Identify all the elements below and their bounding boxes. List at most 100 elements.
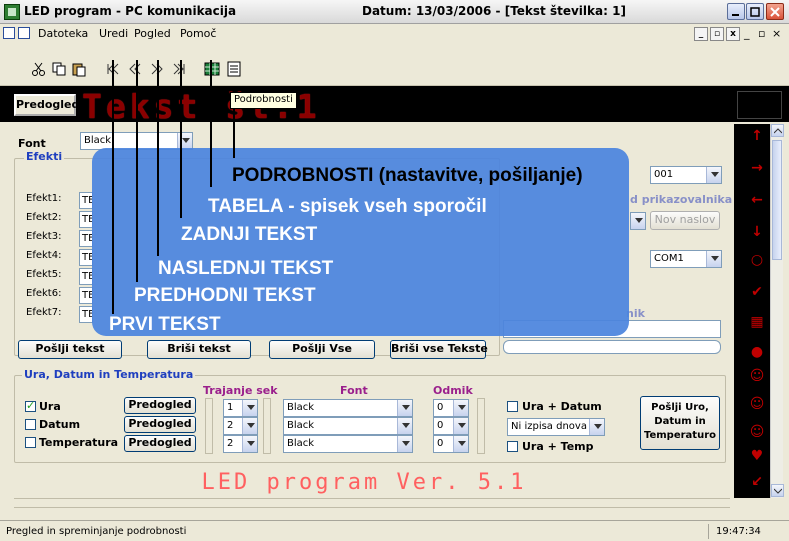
display-label: d prikazovalnika <box>630 193 733 206</box>
datum-preview-button[interactable]: Predogled <box>124 416 196 433</box>
scroll-down-button[interactable] <box>771 484 784 497</box>
paste-icon[interactable] <box>70 60 88 78</box>
mdi-window-icon-2 <box>18 27 30 39</box>
preview-button[interactable]: Predogled <box>14 94 79 116</box>
chevron-down-icon[interactable] <box>453 418 468 434</box>
efekt-field-4[interactable]: TE <box>79 249 93 266</box>
temperatura-font-select[interactable]: Black <box>283 435 413 453</box>
efekt-field-3[interactable]: TE <box>79 230 93 247</box>
chevron-down-icon[interactable] <box>706 251 721 267</box>
chevron-down-icon[interactable] <box>397 436 412 452</box>
delete-text-button[interactable]: Briši tekst <box>147 340 251 359</box>
ura-label: Ura <box>39 400 61 413</box>
efekt-field-1[interactable]: TE <box>79 192 93 209</box>
menu-pomoc[interactable]: Pomoč <box>180 27 216 40</box>
mdi-restore-2-icon[interactable]: ▫ <box>758 27 765 40</box>
menu-bar: Datoteka Uredi Pogled Pomoč _ ▫ x _ ▫ × <box>0 24 789 44</box>
delete-all-button[interactable]: Briši vse Tekste <box>390 340 488 359</box>
chevron-down-icon[interactable] <box>453 400 468 416</box>
date-format-value: Ni izpisa dnova <box>511 421 587 432</box>
maximize-button[interactable] <box>746 3 764 20</box>
mdi-restore-button[interactable]: ▫ <box>710 27 724 41</box>
chevron-down-icon[interactable] <box>242 436 257 452</box>
number-select-value: 001 <box>654 169 674 180</box>
datum-seconds-select[interactable]: 2 <box>223 417 258 435</box>
pointer-line-prev <box>136 60 138 282</box>
temperatura-offset-value: 0 <box>437 438 444 449</box>
temperatura-seconds-select[interactable]: 2 <box>223 435 258 453</box>
table-icon[interactable] <box>203 60 221 78</box>
close-button[interactable] <box>766 3 784 20</box>
divider <box>477 398 485 454</box>
last-text-button[interactable] <box>170 60 188 78</box>
ura-seconds-value: 1 <box>227 402 234 413</box>
details-icon[interactable] <box>225 60 243 78</box>
new-title-button[interactable]: Nov naslov <box>650 211 720 230</box>
window-title: LED program - PC komunikacija <box>24 4 237 18</box>
temperatura-preview-button[interactable]: Predogled <box>124 435 196 452</box>
datum-font-select[interactable]: Black <box>283 417 413 435</box>
ura-datum-checkbox[interactable] <box>507 401 518 412</box>
toolbar-tooltip: Podrobnosti <box>230 92 297 109</box>
send-clock-line2: Datum in <box>654 416 706 427</box>
chevron-down-icon[interactable] <box>242 418 257 434</box>
menu-datoteka[interactable]: Datoteka <box>38 27 88 40</box>
efekt-label-5: Efekt5: <box>26 269 62 280</box>
send-text-button[interactable]: Pošlji tekst <box>18 340 122 359</box>
font-label: Font <box>18 137 46 150</box>
chevron-down-icon[interactable] <box>589 419 604 435</box>
temperatura-checkbox[interactable] <box>25 437 36 448</box>
efekt-field-5[interactable]: TE <box>79 268 93 285</box>
send-all-button[interactable]: Pošlji Vse <box>269 340 375 359</box>
minimize-button[interactable] <box>727 3 745 20</box>
date-format-select[interactable]: Ni izpisa dnova <box>507 418 605 436</box>
cut-icon[interactable] <box>30 60 48 78</box>
datum-seconds-value: 2 <box>227 420 234 431</box>
efekt-field-2[interactable]: TE <box>79 211 93 228</box>
annotation-prev: PREDHODNI TEKST <box>134 285 316 306</box>
temperatura-offset-select[interactable]: 0 <box>433 435 469 453</box>
efekt-label-7: Efekt7: <box>26 307 62 318</box>
ura-temp-label: Ura + Temp <box>522 440 594 453</box>
efekt-field-6[interactable]: TE <box>79 287 93 304</box>
ura-temp-checkbox[interactable] <box>507 441 518 452</box>
pointer-line-table <box>210 60 212 187</box>
ura-preview-button[interactable]: Predogled <box>124 397 196 414</box>
font-select-value: Black <box>84 135 112 146</box>
datum-checkbox[interactable] <box>25 419 36 430</box>
annotation-first: PRVI TEKST <box>109 314 221 335</box>
app-icon <box>4 4 20 20</box>
chevron-down-icon[interactable] <box>453 436 468 452</box>
copy-icon[interactable] <box>50 60 68 78</box>
led-mini-preview <box>737 91 782 119</box>
mdi-close-2-icon[interactable]: × <box>772 27 781 40</box>
status-bar: Pregled in spreminjanje podrobnosti 19:4… <box>0 520 789 541</box>
chevron-down-icon[interactable] <box>706 167 721 183</box>
menu-pogled[interactable]: Pogled <box>134 27 171 40</box>
scroll-up-button[interactable] <box>771 124 784 137</box>
send-clock-button[interactable]: Pošlji Uro, Datum in Temperaturo <box>640 396 720 450</box>
scroll-thumb[interactable] <box>772 140 782 260</box>
ura-font-select[interactable]: Black <box>283 399 413 417</box>
divider <box>205 398 213 454</box>
mdi-minimize-2-icon[interactable]: _ <box>744 27 750 40</box>
datum-label: Datum <box>39 418 81 431</box>
port-select[interactable]: COM1 <box>650 250 722 268</box>
chevron-down-icon[interactable] <box>397 400 412 416</box>
mdi-close-button[interactable]: x <box>726 27 740 41</box>
efekt-label-3: Efekt3: <box>26 231 62 242</box>
efekt-field-7[interactable]: TE <box>79 306 93 323</box>
datum-offset-select[interactable]: 0 <box>433 417 469 435</box>
ura-seconds-select[interactable]: 1 <box>223 399 258 417</box>
vertical-scrollbar[interactable] <box>770 124 784 498</box>
number-select[interactable]: 001 <box>650 166 722 184</box>
ura-datum-label: Ura + Datum <box>522 400 602 413</box>
ura-checkbox[interactable] <box>25 399 36 412</box>
mdi-minimize-button[interactable]: _ <box>694 27 708 41</box>
horizontal-scrollbar[interactable] <box>14 498 730 508</box>
previous-text-button[interactable] <box>126 60 144 78</box>
chevron-down-icon[interactable] <box>242 400 257 416</box>
chevron-down-icon[interactable] <box>397 418 412 434</box>
ura-offset-select[interactable]: 0 <box>433 399 469 417</box>
menu-uredi[interactable]: Uredi <box>99 27 128 40</box>
